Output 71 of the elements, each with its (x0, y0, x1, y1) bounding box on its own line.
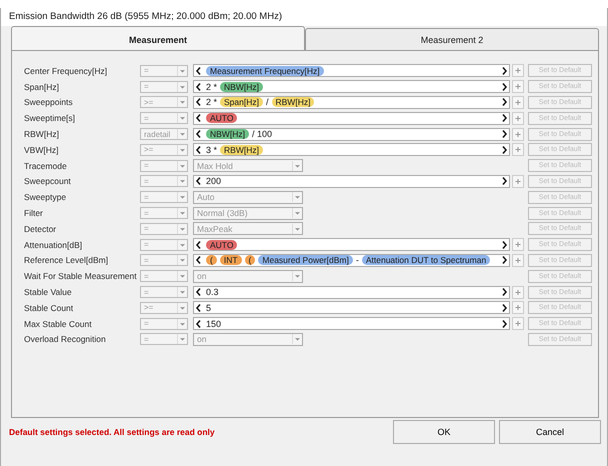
parameter-tag: INT (220, 255, 242, 266)
parameter-tag: NBW[Hz] (206, 129, 249, 140)
expression-text: 0.3 (206, 287, 219, 298)
parameter-tag: Measurement Frequency[Hz] (206, 66, 324, 76)
dropdown-arrow-icon[interactable] (292, 160, 302, 171)
parameter-label: Sweeptime[s] (24, 113, 76, 124)
expression-field[interactable]: 0.3 (193, 286, 510, 299)
value-dropdown[interactable]: MaxPeak (193, 222, 303, 236)
value-dropdown[interactable]: Auto (193, 190, 303, 204)
dropdown-arrow-icon[interactable] (292, 192, 302, 202)
value-dropdown[interactable]: Normal (3dB) (193, 206, 303, 220)
parameter-tag: Span[Hz] (220, 97, 263, 108)
expression-field[interactable]: 3 * RBW[Hz] (193, 143, 510, 156)
dropdown-arrow-icon[interactable] (292, 224, 302, 234)
value-dropdown[interactable]: Max Hold (193, 159, 303, 172)
dropdown-arrow-icon[interactable] (292, 208, 302, 218)
expression-text: 2 * (206, 97, 218, 108)
expression-text: - (356, 255, 359, 266)
value-dropdown[interactable]: on (193, 270, 303, 283)
dialog-button[interactable]: Cancel (499, 420, 601, 444)
expression-text: 2 * (206, 82, 218, 92)
expression-text: / (266, 97, 268, 108)
parameter-label: Wait For Stable Measurement (24, 271, 138, 282)
dropdown-arrow-icon[interactable] (292, 334, 302, 344)
parameter-label: Stable Value (24, 287, 73, 298)
expression-text: / 100 (252, 129, 272, 140)
parameter-label: Filter (24, 208, 44, 218)
expression-field[interactable]: 2 * Span[Hz] / RBW[Hz] (193, 96, 510, 109)
parameter-label: Center Frequency[Hz] (24, 66, 108, 76)
expression-text: 150 (206, 318, 222, 329)
parameter-tag: NBW[Hz] (220, 82, 263, 92)
expression-field[interactable]: 5 (193, 301, 510, 314)
parameter-label: Sweeppoints (24, 97, 74, 108)
parameter-label: Tracemode (24, 160, 68, 171)
tab[interactable]: Measurement 2 (305, 28, 599, 50)
parameter-label: Sweepcount (24, 176, 72, 186)
parameter-tag: Attenuation DUT to Spectruman (362, 255, 490, 266)
parameter-tag: ( (206, 255, 217, 266)
parameter-label: Detector (24, 224, 58, 234)
parameter-label: Attenuation[dB] (24, 240, 84, 250)
tab[interactable]: Measurement (11, 26, 305, 50)
parameter-label: Span[Hz] (24, 82, 60, 92)
parameter-label: Sweeptype (24, 192, 68, 202)
dropdown-arrow-icon[interactable] (292, 271, 302, 282)
status-message: Default settings selected. All settings are read only (9, 427, 216, 437)
expression-field[interactable]: 2 * NBW[Hz] (193, 80, 510, 94)
parameter-tag: RBW[Hz] (272, 97, 314, 108)
expression-text: 200 (206, 176, 222, 186)
parameter-label: RBW[Hz] (24, 129, 60, 140)
parameter-tag: AUTO (206, 240, 238, 250)
parameter-label: Stable Count (24, 302, 74, 313)
expression-text: 5 (206, 302, 212, 313)
expression-field[interactable]: 200 (193, 174, 510, 188)
parameter-tag: Measured Power[dBm] (258, 255, 353, 266)
expression-field[interactable]: Measurement Frequency[Hz] (193, 64, 510, 78)
expression-text: 3 * (206, 144, 218, 155)
value-dropdown[interactable]: on (193, 332, 303, 346)
parameter-tag: ( (244, 255, 256, 266)
parameter-tag: AUTO (206, 113, 238, 124)
expression-field[interactable]: ( INT ( Measured Power[dBm] - Attenuation DUT to Spectruman (193, 254, 510, 267)
expression-field[interactable]: 150 (193, 317, 510, 330)
parameter-label: VBW[Hz] (24, 144, 60, 155)
dialog-button[interactable]: OK (393, 420, 495, 444)
parameter-label: Reference Level[dBm] (24, 255, 110, 266)
expression-field[interactable]: AUTO (193, 238, 510, 252)
expression-field[interactable]: AUTO (193, 112, 510, 125)
expression-field[interactable]: NBW[Hz] / 100 (193, 128, 510, 141)
parameter-tag: RBW[Hz] (220, 144, 263, 155)
parameter-label: Overload Recognition (24, 334, 107, 344)
parameter-label: Max Stable Count (24, 318, 93, 329)
window-title: Emission Bandwidth 26 dB (5955 MHz; 20.000 dBm; 20.00 MHz) (1, 8, 607, 26)
